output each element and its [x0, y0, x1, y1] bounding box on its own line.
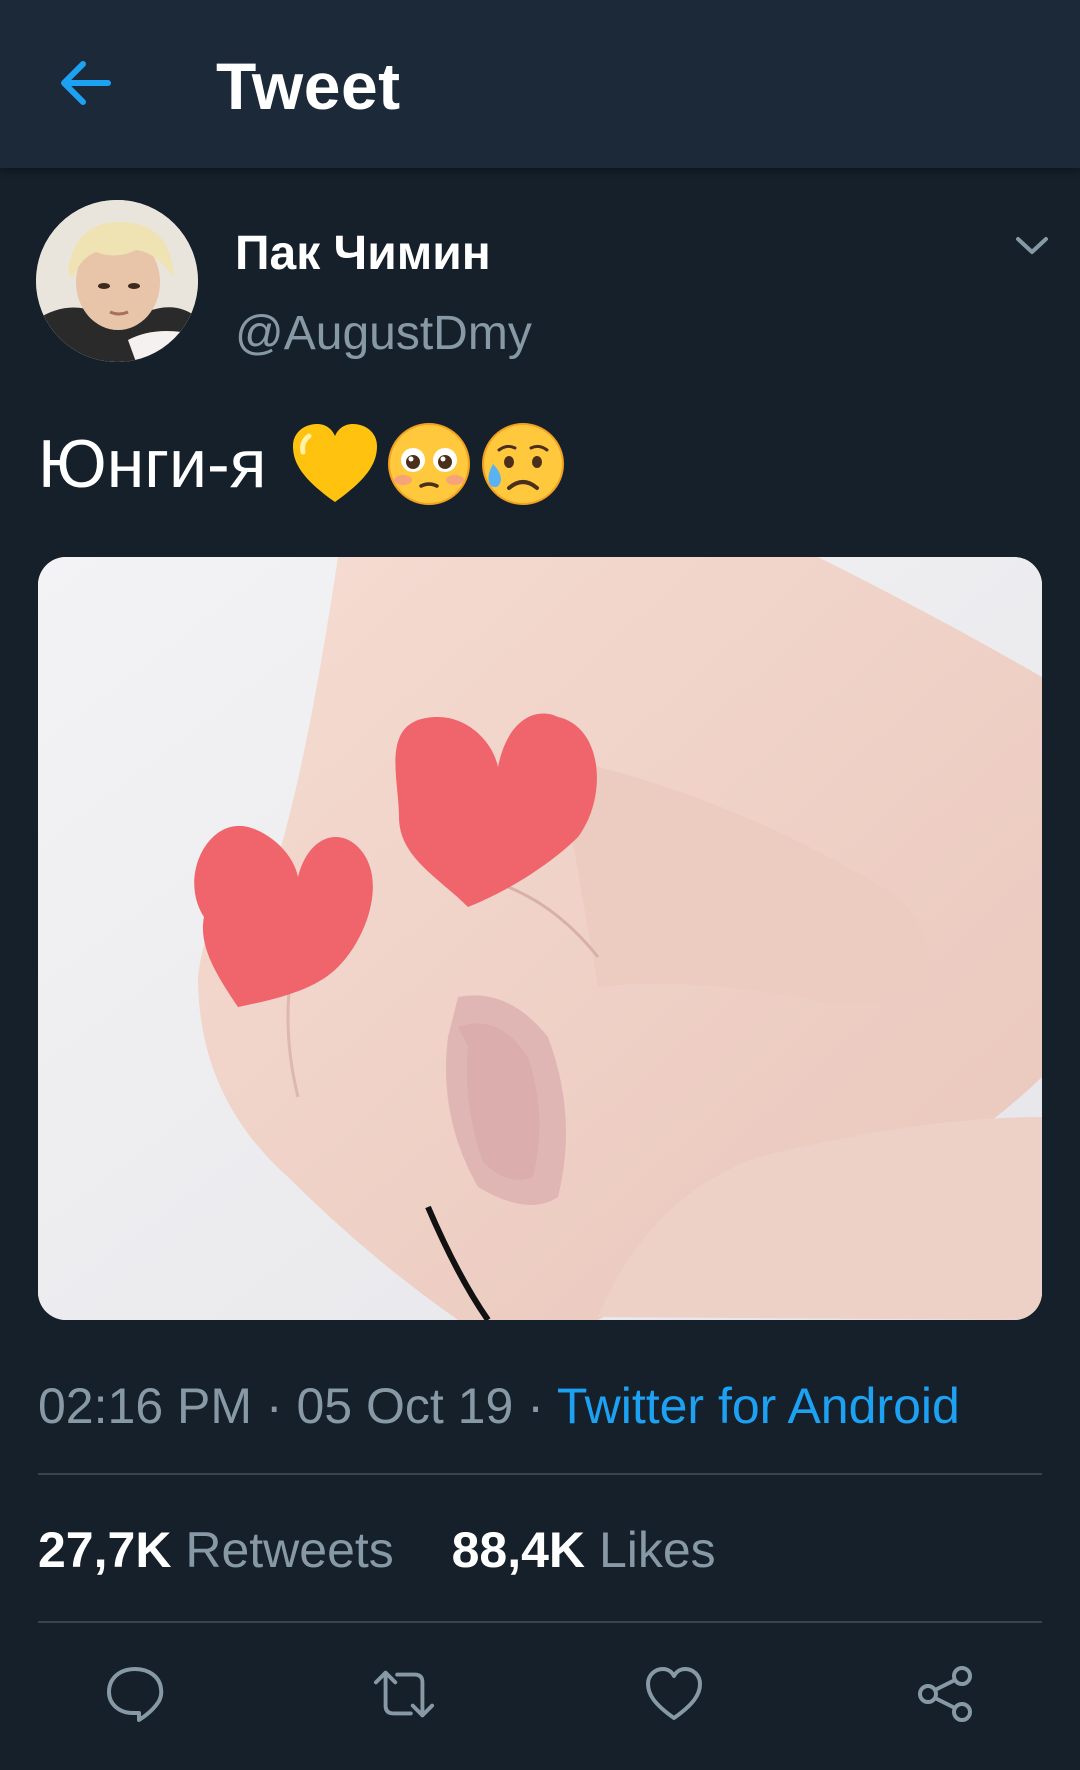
tweet-meta: 02:16 PM · 05 Oct 19 · Twitter for Andro… [38, 1376, 960, 1436]
likes-label: Likes [598, 1522, 716, 1578]
top-bar: Tweet [0, 0, 1080, 168]
chevron-down-icon [1016, 237, 1048, 254]
sad-but-relieved-emoji-icon [481, 423, 564, 505]
divider [38, 1621, 1042, 1623]
like-button[interactable] [642, 1662, 706, 1726]
like-icon [646, 1667, 702, 1720]
retweet-icon [373, 1670, 435, 1718]
retweet-button[interactable] [372, 1662, 436, 1726]
engagement-stats: 27,7K Retweets 88,4K Likes [38, 1520, 716, 1580]
tweet-source-link[interactable]: Twitter for Android [557, 1378, 960, 1434]
reply-button[interactable] [103, 1662, 167, 1726]
action-bar [0, 1640, 1080, 1740]
avatar[interactable] [36, 200, 198, 362]
arrow-left-icon [61, 61, 111, 105]
tweet-time: 02:16 PM [38, 1378, 253, 1434]
divider [38, 1473, 1042, 1475]
retweets-stat[interactable]: 27,7K Retweets [38, 1522, 408, 1578]
likes-count: 88,4K [451, 1522, 586, 1578]
back-button[interactable] [52, 50, 118, 116]
tweet-date: 05 Oct 19 [296, 1378, 514, 1434]
tweet-text: Юнги-я [38, 420, 567, 508]
display-name[interactable]: Пак Чимин [235, 226, 491, 282]
user-handle[interactable]: @AugustDmy [235, 306, 532, 362]
page-title: Tweet [216, 49, 401, 123]
emoji-row [291, 420, 567, 508]
tweet-options-button[interactable] [1010, 228, 1054, 264]
meta-separator: · [265, 1378, 283, 1434]
tweet-media-image[interactable] [38, 557, 1042, 1320]
likes-stat[interactable]: 88,4K Likes [452, 1522, 716, 1578]
tweet-text-body: Юнги-я [38, 426, 267, 502]
retweets-label: Retweets [185, 1522, 394, 1578]
share-icon [918, 1666, 972, 1722]
flushed-face-emoji-icon [387, 423, 470, 505]
share-button[interactable] [914, 1662, 978, 1726]
retweets-count: 27,7K [38, 1522, 172, 1578]
reply-icon [107, 1667, 164, 1722]
yellow-heart-emoji-icon [292, 424, 377, 502]
meta-separator: · [527, 1378, 544, 1434]
tweet-detail-screen: Tweet Пак Чимин @AugustDmy Юнги-я 02:16 … [0, 0, 1080, 1770]
